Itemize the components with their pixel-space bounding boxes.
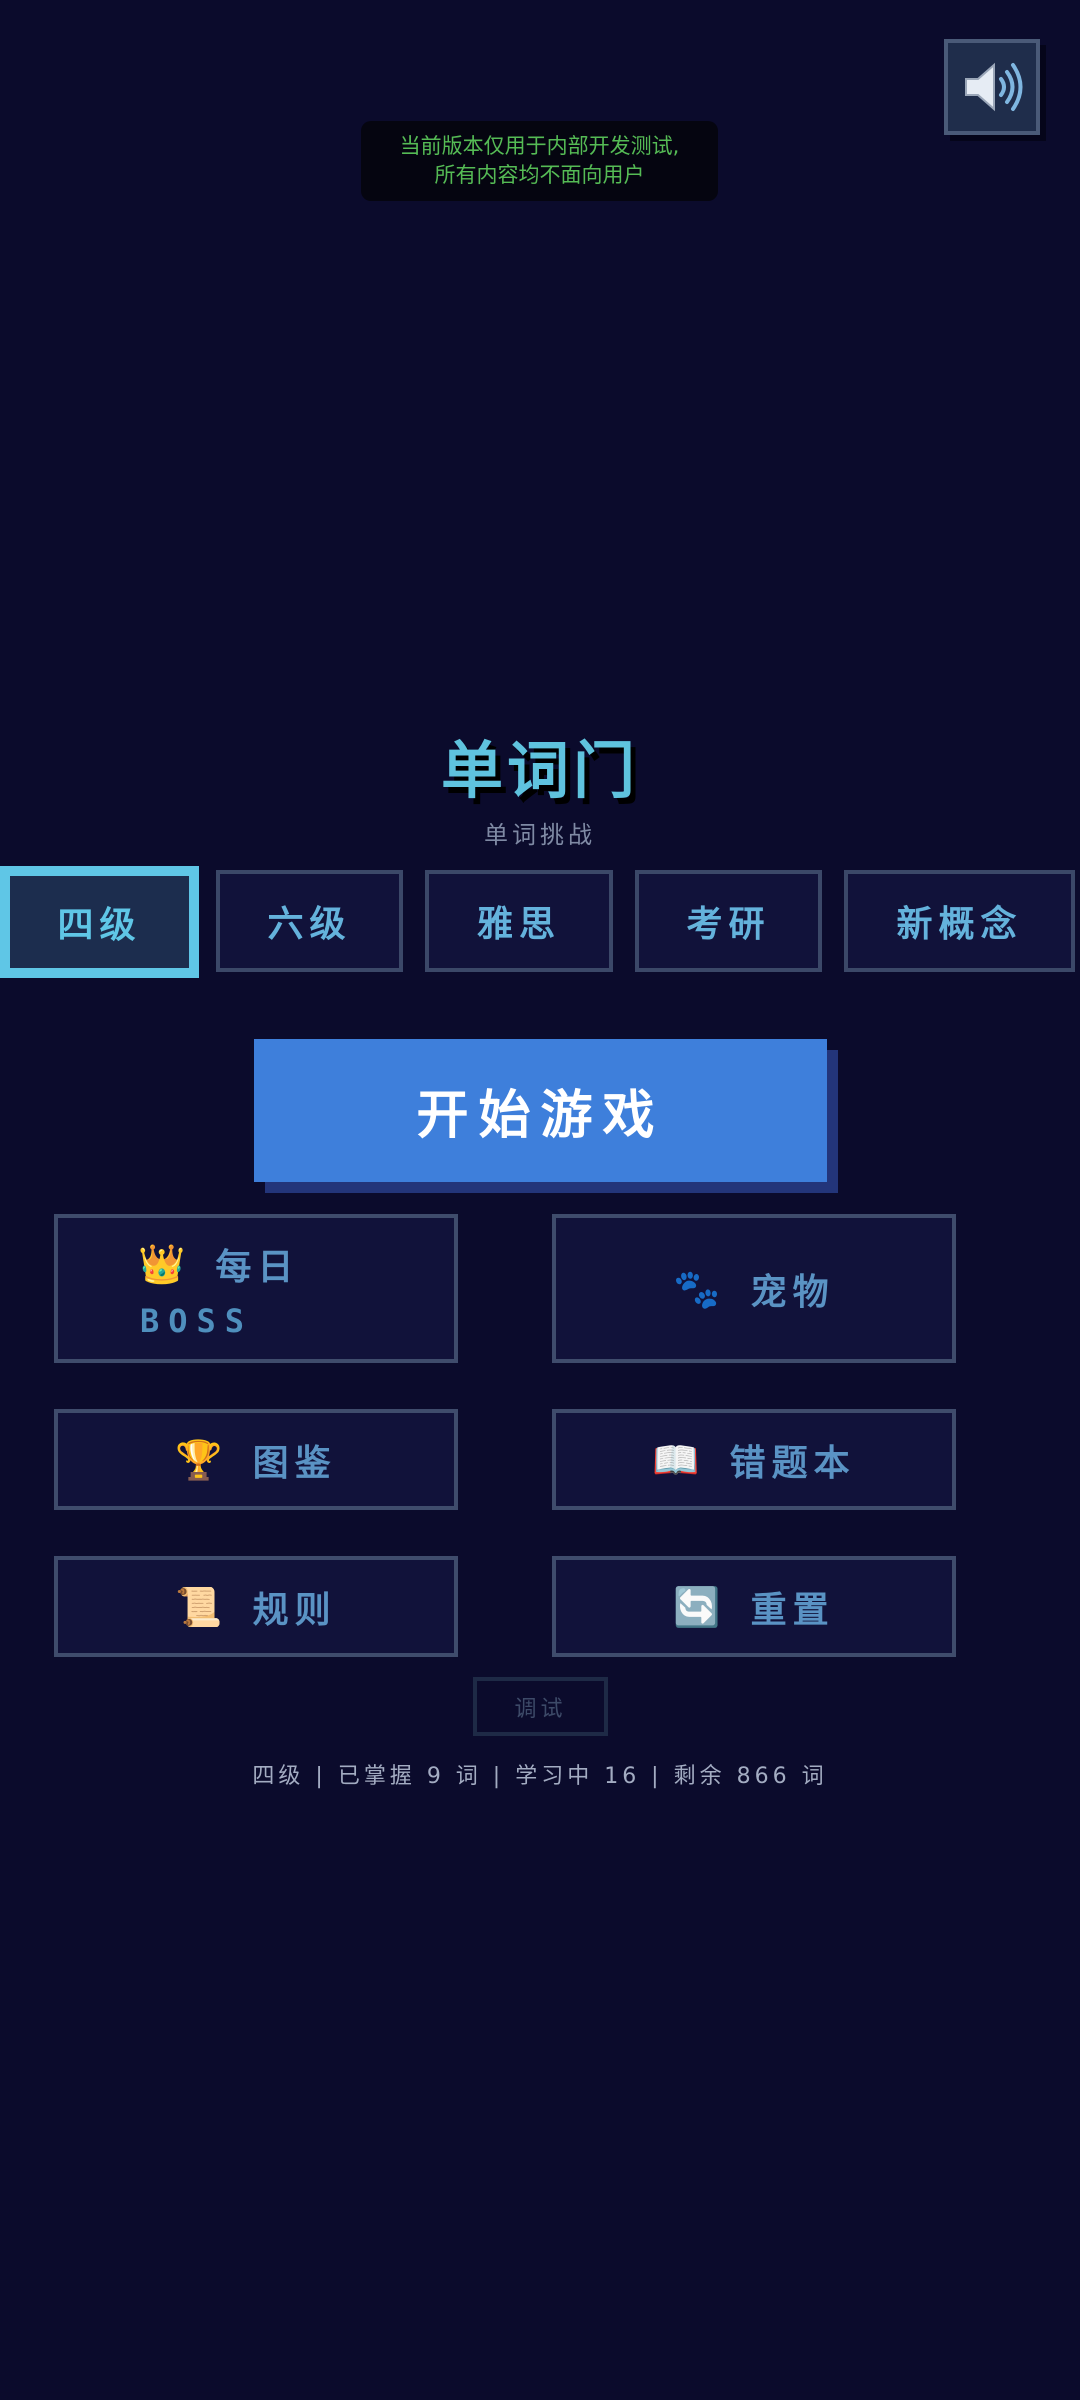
daily-boss-label: 每日 [215, 1246, 300, 1288]
start-game-button[interactable]: 开始游戏 [254, 1039, 827, 1182]
page-subtitle: 单词挑战 [484, 821, 596, 849]
pet-label: 宠物 [750, 1271, 835, 1313]
collection-button[interactable]: 🏆 图鉴 [54, 1409, 458, 1510]
collection-label: 图鉴 [252, 1442, 337, 1484]
refresh-icon: 🔄 [673, 1584, 721, 1629]
daily-boss-label-boss: BOSS [140, 1301, 254, 1340]
dev-notice-line2: 所有内容均不面向用户 [434, 163, 645, 187]
sound-toggle-button[interactable] [944, 39, 1040, 135]
dev-notice-line1: 当前版本仅用于内部开发测试, [399, 134, 680, 158]
mistakes-button[interactable]: 📖 错题本 [552, 1409, 956, 1510]
progress-status: 四级 | 已掌握 9 词 | 学习中 16 | 剩余 866 词 [252, 1764, 828, 1789]
scroll-icon: 📜 [175, 1584, 223, 1629]
tab-ielts[interactable]: 雅思 [425, 870, 613, 972]
tab-cet4[interactable]: 四级 [0, 866, 199, 978]
page-title: 单词门 [440, 734, 639, 807]
dev-notice: 当前版本仅用于内部开发测试, 所有内容均不面向用户 [361, 121, 718, 201]
speaker-icon [965, 62, 1023, 112]
rules-label: 规则 [252, 1589, 337, 1631]
tab-kaoyan[interactable]: 考研 [635, 870, 822, 972]
paw-icon: 🐾 [673, 1266, 721, 1311]
pet-button[interactable]: 🐾 宠物 [552, 1214, 956, 1363]
trophy-icon: 🏆 [175, 1437, 223, 1482]
tab-new-concept[interactable]: 新概念 [844, 870, 1075, 972]
debug-button[interactable]: 调试 [473, 1677, 608, 1736]
mistakes-label: 错题本 [729, 1442, 856, 1484]
level-tabs: 四级 六级 雅思 考研 新概念 [0, 866, 1080, 978]
rules-button[interactable]: 📜 规则 [54, 1556, 458, 1657]
crown-icon: 👑 [138, 1241, 186, 1286]
reset-label: 重置 [750, 1589, 835, 1631]
daily-boss-button[interactable]: 👑 每日 BOSS [54, 1214, 458, 1363]
reset-button[interactable]: 🔄 重置 [552, 1556, 956, 1657]
tab-cet6[interactable]: 六级 [216, 870, 403, 972]
book-icon: 📖 [652, 1437, 700, 1482]
